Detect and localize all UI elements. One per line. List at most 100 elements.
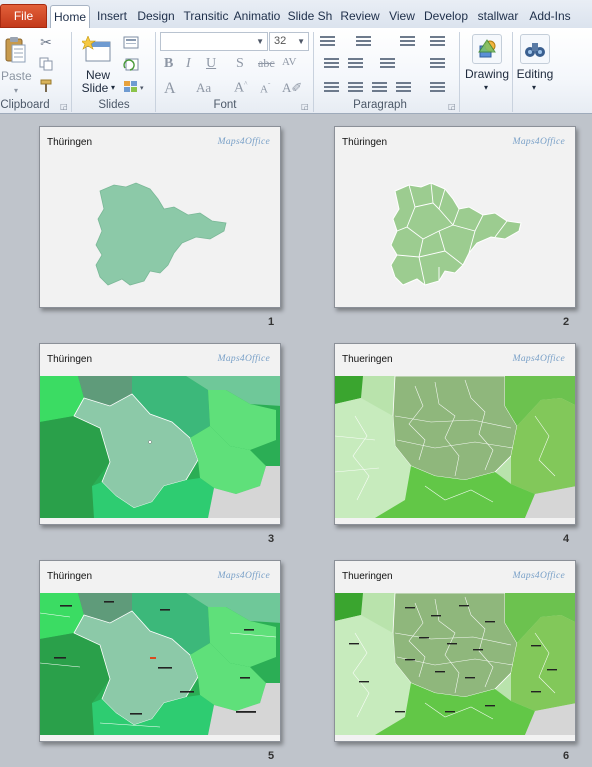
reset-button[interactable] [122,56,142,72]
thueringen-labeled-neighbors-map [40,593,280,735]
line-spacing-icon[interactable] [400,36,415,48]
slide-thumbnail-1[interactable]: Thüringen Maps4Office [39,126,281,308]
decrease-indent-icon[interactable] [348,58,363,70]
group-label-paragraph: Paragraph [353,99,407,111]
slide-title: Thüringen [47,571,93,582]
tab-view[interactable]: View [385,5,419,29]
group-label-slides: Slides [98,99,130,111]
maps4office-logo: Maps4Office [217,571,270,581]
section-button[interactable]: ▾ [122,78,148,94]
new-slide-icon [82,36,111,62]
copy-button[interactable] [38,56,54,72]
tab-transitions[interactable]: Transitic [182,5,230,29]
grow-font-icon[interactable]: A^ [234,80,247,97]
chevron-down-icon: ▼ [256,37,264,46]
slide-thumbnail-6[interactable]: Thueringen Maps4Office [334,560,576,742]
reset-icon [123,58,139,71]
slide-number: 2 [563,316,570,328]
svg-text:▾: ▾ [140,85,144,92]
new-slide-label-2: Slide [81,81,109,95]
justify-icon[interactable] [396,82,411,94]
editing-label: Editing [516,67,554,81]
format-painter-button[interactable] [38,78,54,94]
scissors-icon: ✂ [40,33,52,50]
slide-thumbnail-3[interactable]: Thüringen Maps4Office [39,343,281,525]
chevron-down-icon[interactable]: ▾ [480,81,492,94]
tab-addins[interactable]: Add-Ins [526,5,574,29]
numbering-icon[interactable] [356,36,371,48]
tab-home[interactable]: Home [50,5,90,30]
align-left-icon[interactable] [324,82,339,94]
font-size-combo[interactable]: 32 ▼ [269,32,309,51]
slide-number: 4 [563,533,570,545]
slide-thumbnail-5[interactable]: Thüringen Maps4Office [39,560,281,742]
slide-thumbnail-4[interactable]: Thueringen Maps4Office [334,343,576,525]
slide-thumbnail-2[interactable]: Thüringen Maps4Office [334,126,576,308]
maps4office-logo: Maps4Office [512,571,565,581]
underline-icon[interactable]: U [206,56,216,72]
slide-title: Thüringen [47,354,93,365]
slide-title: Thueringen [342,571,393,582]
cut-button[interactable]: ✂ [38,34,54,50]
dialog-launcher-icon[interactable]: ◲ [448,102,456,111]
tab-review[interactable]: Review [338,5,382,29]
char-spacing-icon[interactable]: AV [282,56,296,68]
text-effect-icon[interactable]: A [164,80,176,98]
group-divider [459,32,460,112]
change-case-icon[interactable]: Aa [196,80,211,96]
layout-icon [123,36,139,48]
brush-icon [40,79,52,92]
tab-stallwar[interactable]: stallwar [474,5,522,29]
section-icon: ▾ [124,80,144,92]
bullets-icon[interactable] [320,36,335,48]
text-direction-icon[interactable] [324,58,339,70]
maps4office-logo: Maps4Office [217,354,270,364]
columns-icon[interactable] [430,36,445,48]
new-slide-button[interactable] [80,34,114,66]
thueringen-districts-map [390,182,522,286]
binoculars-icon [525,43,545,57]
slide-number: 3 [268,533,275,545]
smartart-icon[interactable] [430,82,445,94]
tab-insert[interactable]: Insert [92,5,132,29]
group-label-clipboard: Clipboard [0,99,50,111]
align-text-icon[interactable] [430,58,445,70]
thueringen-neighbors-map [40,376,280,518]
shapes-icon [478,39,496,58]
chevron-down-icon: ▼ [297,37,305,46]
group-divider [155,32,156,112]
tab-design[interactable]: Design [134,5,178,29]
shadow-icon[interactable]: S [236,56,244,72]
align-center-icon[interactable] [348,82,363,94]
dialog-launcher-icon[interactable]: ◲ [301,102,309,111]
layout-button[interactable] [122,34,142,50]
tab-animations[interactable]: Animatio [233,5,281,29]
ribbon-tab-strip: File Home Insert Design Transitic Animat… [0,0,592,30]
group-label-font: Font [213,99,237,111]
font-name-combo[interactable]: ▼ [160,32,268,51]
paste-icon [5,37,26,63]
tab-developer[interactable]: Develop [422,5,470,29]
increase-indent-icon[interactable] [380,58,395,70]
chevron-down-icon[interactable]: ▾ [108,81,118,94]
paste-button[interactable] [2,34,30,66]
italic-icon[interactable]: I [186,56,191,72]
chevron-down-icon[interactable]: ▾ [528,81,540,94]
thueringen-labeled-municipalities-map [335,593,575,735]
align-right-icon[interactable] [372,82,387,94]
chevron-down-icon[interactable]: ▾ [10,84,22,97]
drawing-label: Drawing [464,67,509,81]
dialog-launcher-icon[interactable]: ◲ [60,102,68,111]
clear-format-icon[interactable]: A✐ [282,80,302,96]
bold-icon[interactable]: B [164,56,173,72]
drawing-button[interactable] [472,34,502,64]
shrink-font-icon[interactable]: Aˇ [260,82,270,96]
thueringen-municipalities-map [335,376,575,518]
editing-button[interactable] [520,34,550,64]
tab-slideshow[interactable]: Slide Sh [286,5,334,29]
strikethrough-icon[interactable]: abc [258,56,275,71]
ribbon-home: Paste ▾ ✂ Clipboard ◲ New Slide ▾ ▾ Slid… [0,28,592,114]
font-size-value: 32 [274,35,287,47]
tab-file[interactable]: File [0,4,47,28]
copy-icon [39,57,53,71]
